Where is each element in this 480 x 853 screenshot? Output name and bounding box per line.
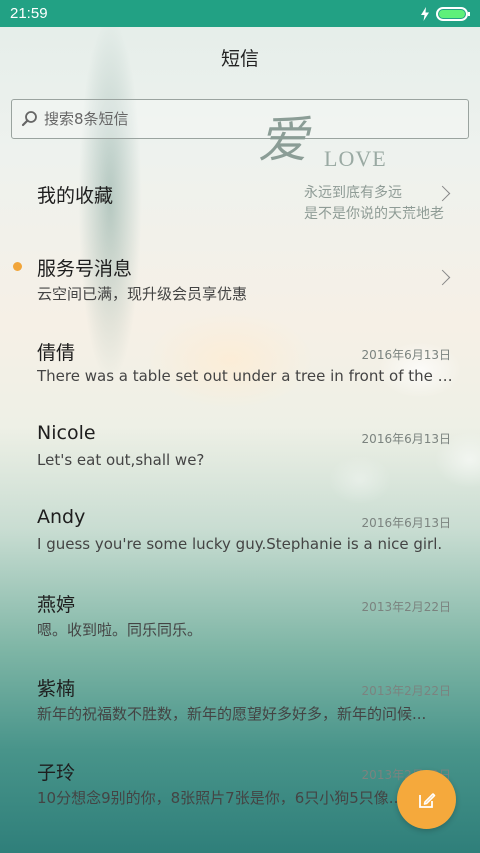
thread-item-qianqian[interactable]: 倩倩 2016年6月13日 There was a table set out … (0, 318, 480, 402)
thread-preview: 10分想念9别的你，8张照片7张是你，6只小狗5只像... (37, 789, 404, 807)
battery-level-fill (439, 9, 465, 18)
thread-name: 我的收藏 (37, 185, 114, 207)
thread-preview: 新年的祝福数不胜数，新年的愿望好多好多，新年的问候... (37, 705, 427, 723)
unread-dot (13, 262, 22, 271)
thread-preview: Let's eat out,shall we? (37, 451, 205, 469)
thread-item-andy[interactable]: Andy 2016年6月13日 I guess you're some luck… (0, 486, 480, 570)
thread-date: 2016年6月13日 (361, 516, 451, 530)
thread-preview: 嗯。收到啦。同乐同乐。 (37, 621, 203, 639)
lightning-icon (421, 6, 429, 21)
chevron-right-icon (434, 269, 451, 286)
thread-item-yanting[interactable]: 燕婷 2013年2月22日 嗯。收到啦。同乐同乐。 (0, 570, 480, 654)
status-time: 21:59 (10, 5, 48, 22)
status-icons (420, 6, 470, 21)
thread-preview: 云空间已满，现升级会员享优惠 (37, 285, 248, 303)
status-bar: 21:59 (0, 0, 480, 27)
thread-date: 2016年6月13日 (361, 348, 451, 362)
page-title: 短信 (220, 48, 259, 70)
compose-icon (418, 792, 435, 808)
thread-item-service-messages[interactable]: 服务号消息 云空间已满，现升级会员享优惠 (0, 234, 480, 318)
thread-name: Andy (37, 506, 86, 528)
thread-name: 紫楠 (37, 678, 76, 700)
thread-name: 子玲 (37, 762, 76, 784)
compose-button[interactable] (397, 770, 456, 829)
search-icon (20, 109, 40, 129)
thread-item-nicole[interactable]: Nicole 2016年6月13日 Let's eat out,shall we… (0, 402, 480, 486)
thread-date: 2013年2月22日 (361, 684, 451, 698)
thread-name: Nicole (37, 422, 96, 444)
battery-icon (436, 6, 470, 21)
thread-preview: I guess you're some lucky guy.Stephanie … (37, 535, 443, 553)
thread-item-zinan[interactable]: 紫楠 2013年2月22日 新年的祝福数不胜数，新年的愿望好多好多，新年的问候.… (0, 654, 480, 738)
thread-date: 2013年2月22日 (361, 600, 451, 614)
thread-item-favorites[interactable]: 我的收藏 (0, 150, 480, 234)
thread-preview: There was a table set out under a tree i… (37, 367, 455, 385)
thread-name: 倩倩 (37, 342, 76, 364)
thread-name: 服务号消息 (37, 258, 133, 280)
chevron-right-icon (434, 185, 451, 202)
thread-name: 燕婷 (37, 594, 76, 616)
thread-date: 2016年6月13日 (361, 432, 451, 446)
